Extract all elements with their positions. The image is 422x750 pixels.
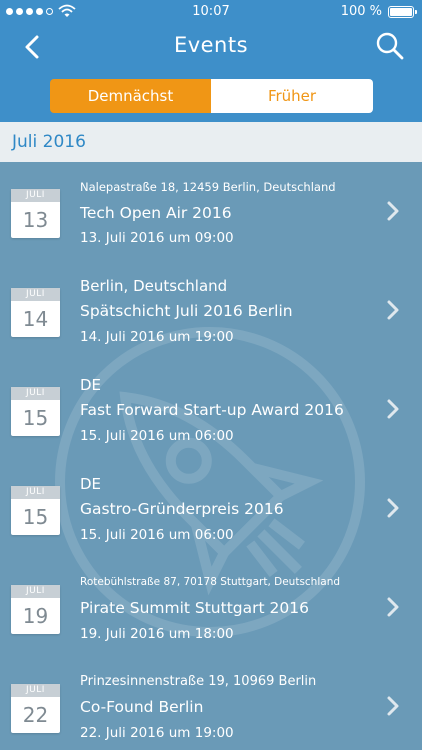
list-item[interactable]: JULI 15 DE Gastro-Gründerpreis 2016 15. … [0, 459, 422, 558]
event-title: Spätschicht Juli 2016 Berlin [80, 302, 293, 320]
event-location: DE [80, 475, 102, 493]
list-item[interactable]: JULI 15 DE Fast Forward Start-up Award 2… [0, 360, 422, 459]
navigation-bar: Events [0, 24, 422, 70]
calendar-day: 15 [22, 406, 49, 430]
battery-icon [388, 6, 417, 18]
calendar-day: 19 [22, 604, 49, 628]
calendar-day: 14 [22, 307, 49, 331]
calendar-icon: JULI 14 [11, 288, 60, 337]
event-title: Co-Found Berlin [80, 698, 204, 716]
chevron-right-icon [387, 597, 399, 617]
event-location: Berlin, Deutschland [80, 277, 228, 295]
calendar-icon: JULI 15 [11, 387, 60, 436]
event-list[interactable]: JULI 13 Nalepastraße 18, 12459 Berlin, D… [0, 162, 422, 750]
event-datetime: 19. Juli 2016 um 18:00 [80, 626, 234, 642]
chevron-right-icon [387, 399, 399, 419]
search-icon [376, 32, 404, 60]
event-title: Gastro-Gründerpreis 2016 [80, 500, 284, 518]
tab-past[interactable]: Früher [211, 79, 373, 113]
calendar-month: JULI [11, 288, 60, 301]
event-location: Rotebühlstraße 87, 70178 Stuttgart, Deut… [80, 576, 341, 588]
calendar-month: JULI [11, 585, 60, 598]
event-datetime: 15. Juli 2016 um 06:00 [80, 428, 234, 444]
calendar-icon: JULI 19 [11, 585, 60, 634]
list-item[interactable]: JULI 13 Nalepastraße 18, 12459 Berlin, D… [0, 162, 422, 261]
tab-upcoming[interactable]: Demnächst [50, 79, 211, 113]
calendar-day: 13 [22, 208, 49, 232]
calendar-day: 22 [22, 703, 49, 727]
event-datetime: 22. Juli 2016 um 19:00 [80, 725, 234, 741]
event-title: Tech Open Air 2016 [80, 204, 232, 222]
event-datetime: 15. Juli 2016 um 06:00 [80, 527, 234, 543]
calendar-day: 15 [22, 505, 49, 529]
list-item[interactable]: JULI 22 Prinzesinnenstraße 19, 10969 Ber… [0, 657, 422, 750]
calendar-month: JULI [11, 387, 60, 400]
calendar-icon: JULI 22 [11, 684, 60, 733]
section-header: Juli 2016 [0, 122, 422, 162]
event-location: Prinzesinnenstraße 19, 10969 Berlin [80, 674, 317, 689]
calendar-month: JULI [11, 486, 60, 499]
chevron-right-icon [387, 498, 399, 518]
status-bar: 10:07 100 % [0, 0, 422, 24]
calendar-icon: JULI 13 [11, 189, 60, 238]
event-title: Pirate Summit Stuttgart 2016 [80, 599, 309, 617]
segmented-control: Demnächst Früher [0, 70, 422, 122]
battery-percentage: 100 % [340, 4, 382, 19]
chevron-right-icon [387, 696, 399, 716]
calendar-icon: JULI 15 [11, 486, 60, 535]
list-item[interactable]: JULI 19 Rotebühlstraße 87, 70178 Stuttga… [0, 558, 422, 657]
event-datetime: 14. Juli 2016 um 19:00 [80, 329, 234, 345]
chevron-right-icon [387, 201, 399, 221]
event-location: DE [80, 376, 102, 394]
page-title: Events [173, 33, 249, 57]
calendar-month: JULI [11, 684, 60, 697]
search-button[interactable] [374, 30, 406, 62]
event-datetime: 13. Juli 2016 um 09:00 [80, 230, 234, 246]
list-item[interactable]: JULI 14 Berlin, Deutschland Spätschicht … [0, 261, 422, 360]
event-location: Nalepastraße 18, 12459 Berlin, Deutschla… [80, 180, 336, 194]
calendar-month: JULI [11, 189, 60, 202]
event-title: Fast Forward Start-up Award 2016 [80, 401, 344, 419]
chevron-right-icon [387, 300, 399, 320]
